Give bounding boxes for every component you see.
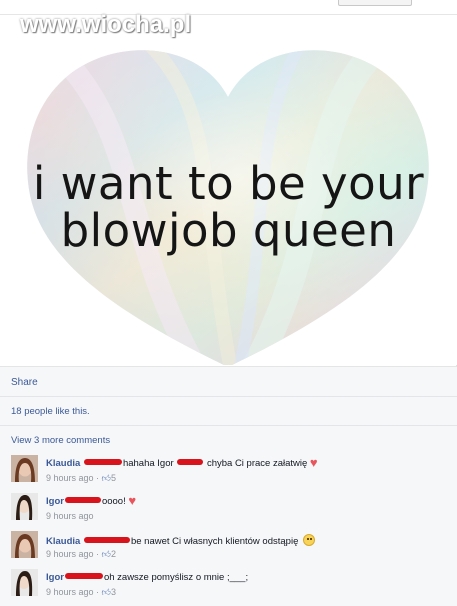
comment-item: Igor oh zawsze pomyślisz o mnie ;___; 9 h… bbox=[0, 569, 457, 605]
thumbs-up-icon: 👍︎ bbox=[101, 549, 111, 559]
post-quote: i want to be your blowjob queen bbox=[0, 160, 457, 254]
post-frame: i want to be your blowjob queen www.wioc… bbox=[0, 0, 457, 606]
redaction-mark bbox=[83, 537, 130, 544]
share-link[interactable]: Share bbox=[11, 377, 38, 388]
comment-item: Igor oooo! ♥ 9 hours ago bbox=[0, 493, 457, 529]
likes-summary[interactable]: 18 people like this. bbox=[11, 406, 90, 417]
comment-text-line: Klaudia be nawet Ci własnych klientów od… bbox=[46, 534, 315, 547]
comment-meta: 9 hours ago · 👍︎3 bbox=[46, 587, 116, 597]
comment-text: be nawet Ci własnych klientów odstąpię bbox=[130, 536, 299, 547]
comment-author[interactable]: Klaudia bbox=[46, 458, 80, 469]
avatar[interactable] bbox=[11, 531, 38, 558]
comment-timestamp[interactable]: 9 hours ago bbox=[46, 587, 94, 597]
redaction-mark bbox=[83, 459, 122, 466]
smiley-emoji-icon bbox=[303, 534, 315, 546]
quote-line-1: i want to be your bbox=[32, 157, 425, 210]
redaction-mark bbox=[177, 459, 204, 466]
comment-text: hahaha Igor bbox=[122, 458, 174, 469]
divider bbox=[0, 425, 457, 426]
avatar[interactable] bbox=[11, 569, 38, 596]
redaction-mark bbox=[64, 573, 103, 580]
thumbs-up-icon: 👍︎ bbox=[101, 473, 111, 483]
comment-author[interactable]: Klaudia bbox=[46, 536, 80, 547]
post-image[interactable]: i want to be your blowjob queen bbox=[0, 15, 457, 365]
comment-author[interactable]: Igor bbox=[46, 496, 64, 507]
comment-text-line: Igor oh zawsze pomyślisz o mnie ;___; bbox=[46, 572, 248, 583]
divider bbox=[0, 396, 457, 397]
comment-author[interactable]: Igor bbox=[46, 572, 64, 583]
comment-timestamp[interactable]: 9 hours ago bbox=[46, 511, 94, 521]
comment-text-line: Klaudia hahaha Igor chyba Ci prace załat… bbox=[46, 455, 318, 470]
heart-emoji-icon: ♥ bbox=[309, 455, 318, 470]
comment-text: oooo! bbox=[101, 496, 126, 507]
comment-like-count[interactable]: 2 bbox=[111, 549, 116, 559]
comment-meta: 9 hours ago · 👍︎5 bbox=[46, 473, 116, 483]
feedback-area: Share 18 people like this. View 3 more c… bbox=[0, 366, 457, 606]
comment-item: Klaudia hahaha Igor chyba Ci prace załat… bbox=[0, 455, 457, 491]
avatar[interactable] bbox=[11, 455, 38, 482]
comment-like-count[interactable]: 3 bbox=[111, 587, 116, 597]
comment-timestamp[interactable]: 9 hours ago bbox=[46, 473, 94, 483]
redaction-mark bbox=[64, 497, 101, 504]
comment-text: oh zawsze pomyślisz o mnie ;___; bbox=[103, 572, 249, 583]
heart-emoji-icon: ♥ bbox=[128, 493, 137, 508]
comment-meta: 9 hours ago · 👍︎2 bbox=[46, 549, 116, 559]
watermark-logo: www.wiocha.pl bbox=[20, 11, 192, 38]
comment-timestamp[interactable]: 9 hours ago bbox=[46, 549, 94, 559]
comment-meta: 9 hours ago bbox=[46, 511, 94, 521]
avatar[interactable] bbox=[11, 493, 38, 520]
top-button[interactable] bbox=[338, 0, 412, 6]
comment-text-continued: chyba Ci prace załatwię bbox=[206, 458, 308, 469]
comment-text-line: Igor oooo! ♥ bbox=[46, 493, 137, 508]
comment-like-count[interactable]: 5 bbox=[111, 473, 116, 483]
view-more-comments-link[interactable]: View 3 more comments bbox=[11, 435, 110, 446]
quote-line-2: blowjob queen bbox=[60, 204, 397, 257]
thumbs-up-icon: 👍︎ bbox=[101, 587, 111, 597]
comment-item: Klaudia be nawet Ci własnych klientów od… bbox=[0, 531, 457, 567]
